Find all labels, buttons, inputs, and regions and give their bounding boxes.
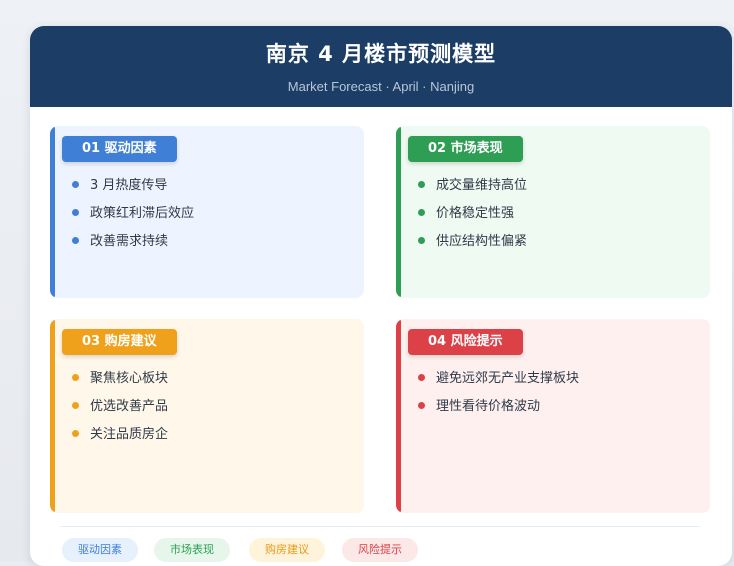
panel-accent-bar — [50, 126, 55, 298]
list-item-text: 成交量维持高位 — [436, 178, 528, 193]
legend-chip-advice: 购房建议 — [249, 538, 325, 562]
panel-risk-warning: 04 风险提示 避免远郊无产业支撑板块 理性看待价格波动 — [396, 319, 710, 513]
bullet-dot-icon — [72, 237, 79, 244]
page-background: 南京 4 月楼市预测模型 Market Forecast · April · N… — [0, 0, 734, 566]
page-subtitle: Market Forecast · April · Nanjing — [287, 79, 475, 94]
list-item-text: 价格稳定性强 — [436, 206, 515, 221]
panel-accent-bar — [50, 319, 55, 513]
bullet-dot-icon — [72, 209, 79, 216]
list-item-text: 供应结构性偏紧 — [436, 234, 528, 249]
list-item-text: 政策红利滞后效应 — [90, 206, 195, 221]
footer-divider — [60, 526, 700, 527]
list-item: 成交量维持高位 — [418, 176, 527, 204]
list-item-text: 聚焦核心板块 — [90, 371, 169, 386]
panel-drivers: 01 驱动因素 3 月热度传导 政策红利滞后效应 改善需求持续 — [50, 126, 364, 298]
bullet-dot-icon — [72, 374, 79, 381]
list-item-text: 优选改善产品 — [90, 399, 169, 414]
list-item: 优选改善产品 — [72, 397, 168, 425]
list-item: 政策红利滞后效应 — [72, 204, 194, 232]
list-item-text: 理性看待价格波动 — [436, 399, 541, 414]
list-item: 避免远郊无产业支撑板块 — [418, 369, 579, 397]
list-item: 关注品质房企 — [72, 425, 168, 453]
legend-chip-risk: 风险提示 — [342, 538, 418, 562]
bullet-dot-icon — [418, 181, 425, 188]
panel-tag: 02 市场表现 — [408, 136, 523, 162]
panel-purchase-advice: 03 购房建议 聚焦核心板块 优选改善产品 关注品质房企 — [50, 319, 364, 513]
list-item: 理性看待价格波动 — [418, 397, 579, 425]
bullet-dot-icon — [72, 430, 79, 437]
panel-list: 3 月热度传导 政策红利滞后效应 改善需求持续 — [72, 176, 194, 260]
list-item: 改善需求持续 — [72, 232, 194, 260]
bullet-dot-icon — [72, 181, 79, 188]
panel-accent-bar — [396, 319, 401, 513]
bullet-dot-icon — [418, 209, 425, 216]
panel-list: 避免远郊无产业支撑板块 理性看待价格波动 — [418, 369, 579, 425]
panel-tag: 01 驱动因素 — [62, 136, 177, 162]
list-item: 供应结构性偏紧 — [418, 232, 527, 260]
panel-accent-bar — [396, 126, 401, 298]
legend-chip-drivers: 驱动因素 — [62, 538, 138, 562]
list-item-text: 改善需求持续 — [90, 234, 169, 249]
list-item-text: 关注品质房企 — [90, 427, 169, 442]
list-item-text: 3 月热度传导 — [90, 178, 168, 193]
bullet-dot-icon — [72, 402, 79, 409]
panel-list: 成交量维持高位 价格稳定性强 供应结构性偏紧 — [418, 176, 527, 260]
panel-market-performance: 02 市场表现 成交量维持高位 价格稳定性强 供应结构性偏紧 — [396, 126, 710, 298]
list-item: 3 月热度传导 — [72, 176, 194, 204]
panel-tag: 03 购房建议 — [62, 329, 177, 355]
page-title: 南京 4 月楼市预测模型 — [265, 42, 497, 66]
bullet-dot-icon — [418, 402, 425, 409]
legend-chip-market: 市场表现 — [154, 538, 230, 562]
list-item: 聚焦核心板块 — [72, 369, 168, 397]
panel-tag: 04 风险提示 — [408, 329, 523, 355]
list-item: 价格稳定性强 — [418, 204, 527, 232]
card-header: 南京 4 月楼市预测模型 Market Forecast · April · N… — [30, 26, 732, 107]
forecast-card: 南京 4 月楼市预测模型 Market Forecast · April · N… — [30, 26, 732, 566]
panel-list: 聚焦核心板块 优选改善产品 关注品质房企 — [72, 369, 168, 453]
bullet-dot-icon — [418, 374, 425, 381]
list-item-text: 避免远郊无产业支撑板块 — [436, 371, 580, 386]
bullet-dot-icon — [418, 237, 425, 244]
